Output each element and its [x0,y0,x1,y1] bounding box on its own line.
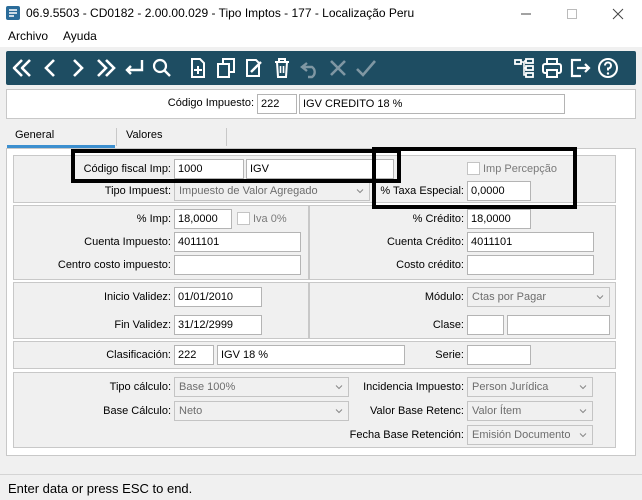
menu-bar: Archivo Ayuda [0,27,642,47]
inicio-validez-input[interactable]: 01/01/2010 [174,287,262,307]
iva-0-label: Iva 0% [253,213,287,225]
chevron-down-icon [579,433,587,438]
copy-icon[interactable] [214,56,238,80]
cuenta-credito-label: Cuenta Crédito: [386,236,464,248]
tab-divider [226,128,227,146]
search-icon[interactable] [150,56,174,80]
fecha-base-label: Fecha Base Retención: [349,429,464,441]
title-bar: 06.9.5503 - CD0182 - 2.00.00.029 - Tipo … [0,0,642,27]
clasificacion-desc-input[interactable]: IGV 18 % [217,345,405,365]
last-record-icon[interactable] [94,56,118,80]
next-record-icon[interactable] [66,56,90,80]
tab-valores[interactable]: Valores [118,127,170,147]
tipo-calculo-select[interactable]: Base 100% [174,377,349,397]
previous-record-icon[interactable] [38,56,62,80]
fin-validez-input[interactable]: 31/12/2999 [174,315,262,335]
codigo-impuesto-label: Código Impuesto: [167,97,254,109]
fin-validez-label: Fin Validez: [114,319,171,331]
enter-icon[interactable] [122,56,146,80]
credito-input[interactable]: 18,0000 [467,209,531,229]
clasificacion-label: Clasificación: [106,349,171,361]
hierarchy-icon[interactable] [512,56,536,80]
menu-ayuda[interactable]: Ayuda [63,29,97,43]
tab-divider [116,128,117,146]
incidencia-select[interactable]: Person Jurídica [467,377,593,397]
maximize-button[interactable] [549,0,595,27]
exit-icon[interactable] [568,56,592,80]
serie-label: Serie: [435,349,464,361]
help-icon[interactable] [596,56,620,80]
chevron-down-icon [335,409,343,414]
cuenta-impuesto-label: Cuenta Impuesto: [84,236,171,248]
credito-label: % Crédito: [412,213,464,225]
highlight-box-codigo-fiscal [71,149,401,183]
new-document-icon[interactable] [186,56,210,80]
print-icon[interactable] [540,56,564,80]
chevron-down-icon [579,385,587,390]
codigo-impuesto-input[interactable]: 222 [257,94,297,114]
base-calculo-label: Base Cálculo: [103,405,171,417]
serie-input[interactable] [467,345,531,365]
costo-credito-label: Costo crédito: [396,259,464,271]
chevron-down-icon [596,295,604,300]
app-icon [6,6,20,20]
cancel-icon[interactable] [326,56,350,80]
first-record-icon[interactable] [10,56,34,80]
minimize-button[interactable] [503,0,549,27]
centro-costo-input[interactable] [174,255,301,275]
cuenta-credito-input[interactable]: 4011101 [467,232,594,252]
status-text: Enter data or press ESC to end. [8,481,193,496]
confirm-icon[interactable] [354,56,378,80]
modulo-label: Módulo: [424,291,464,303]
valor-base-label: Valor Base Retenc: [370,405,464,417]
modulo-select[interactable]: Ctas por Pagar [467,287,610,307]
clasificacion-input[interactable]: 222 [174,345,214,365]
edit-icon[interactable] [242,56,266,80]
clase-input[interactable] [467,315,504,335]
menu-archivo[interactable]: Archivo [8,29,48,43]
close-window-button[interactable] [595,0,641,27]
iva-0-checkbox[interactable] [237,212,250,225]
chevron-down-icon [579,409,587,414]
clase-label: Clase: [432,319,464,331]
chevron-down-icon [356,189,364,194]
imp-input[interactable]: 18,0000 [174,209,232,229]
chevron-down-icon [335,385,343,390]
cuenta-impuesto-input[interactable]: 4011101 [174,232,301,252]
delete-icon[interactable] [270,56,294,80]
highlight-box-taxa-especial [372,147,577,209]
inicio-validez-label: Inicio Validez: [103,291,171,303]
undo-icon[interactable] [298,56,322,80]
centro-costo-label: Centro costo impuesto: [57,259,171,271]
toolbar [6,51,636,85]
status-bar: Enter data or press ESC to end. [0,474,642,500]
tipo-impuest-select[interactable]: Impuesto de Valor Agregado [174,181,370,201]
descripcion-impuesto-input[interactable]: IGV CREDITO 18 % [299,94,565,114]
tab-general[interactable]: General [7,127,62,147]
tipo-calculo-label: Tipo cálculo: [109,381,171,393]
incidencia-label: Incidencia Impuesto: [363,381,464,393]
tipo-impuest-label: Tipo Impuest: [104,185,171,197]
window-title: 06.9.5503 - CD0182 - 2.00.00.029 - Tipo … [26,6,415,20]
valor-base-select[interactable]: Valor Ítem [467,401,593,421]
base-calculo-select[interactable]: Neto [174,401,349,421]
clase-desc-input[interactable] [507,315,610,335]
imp-label: % Imp: [136,213,171,225]
costo-credito-input[interactable] [467,255,594,275]
fecha-base-select[interactable]: Emisión Documento [467,425,593,445]
